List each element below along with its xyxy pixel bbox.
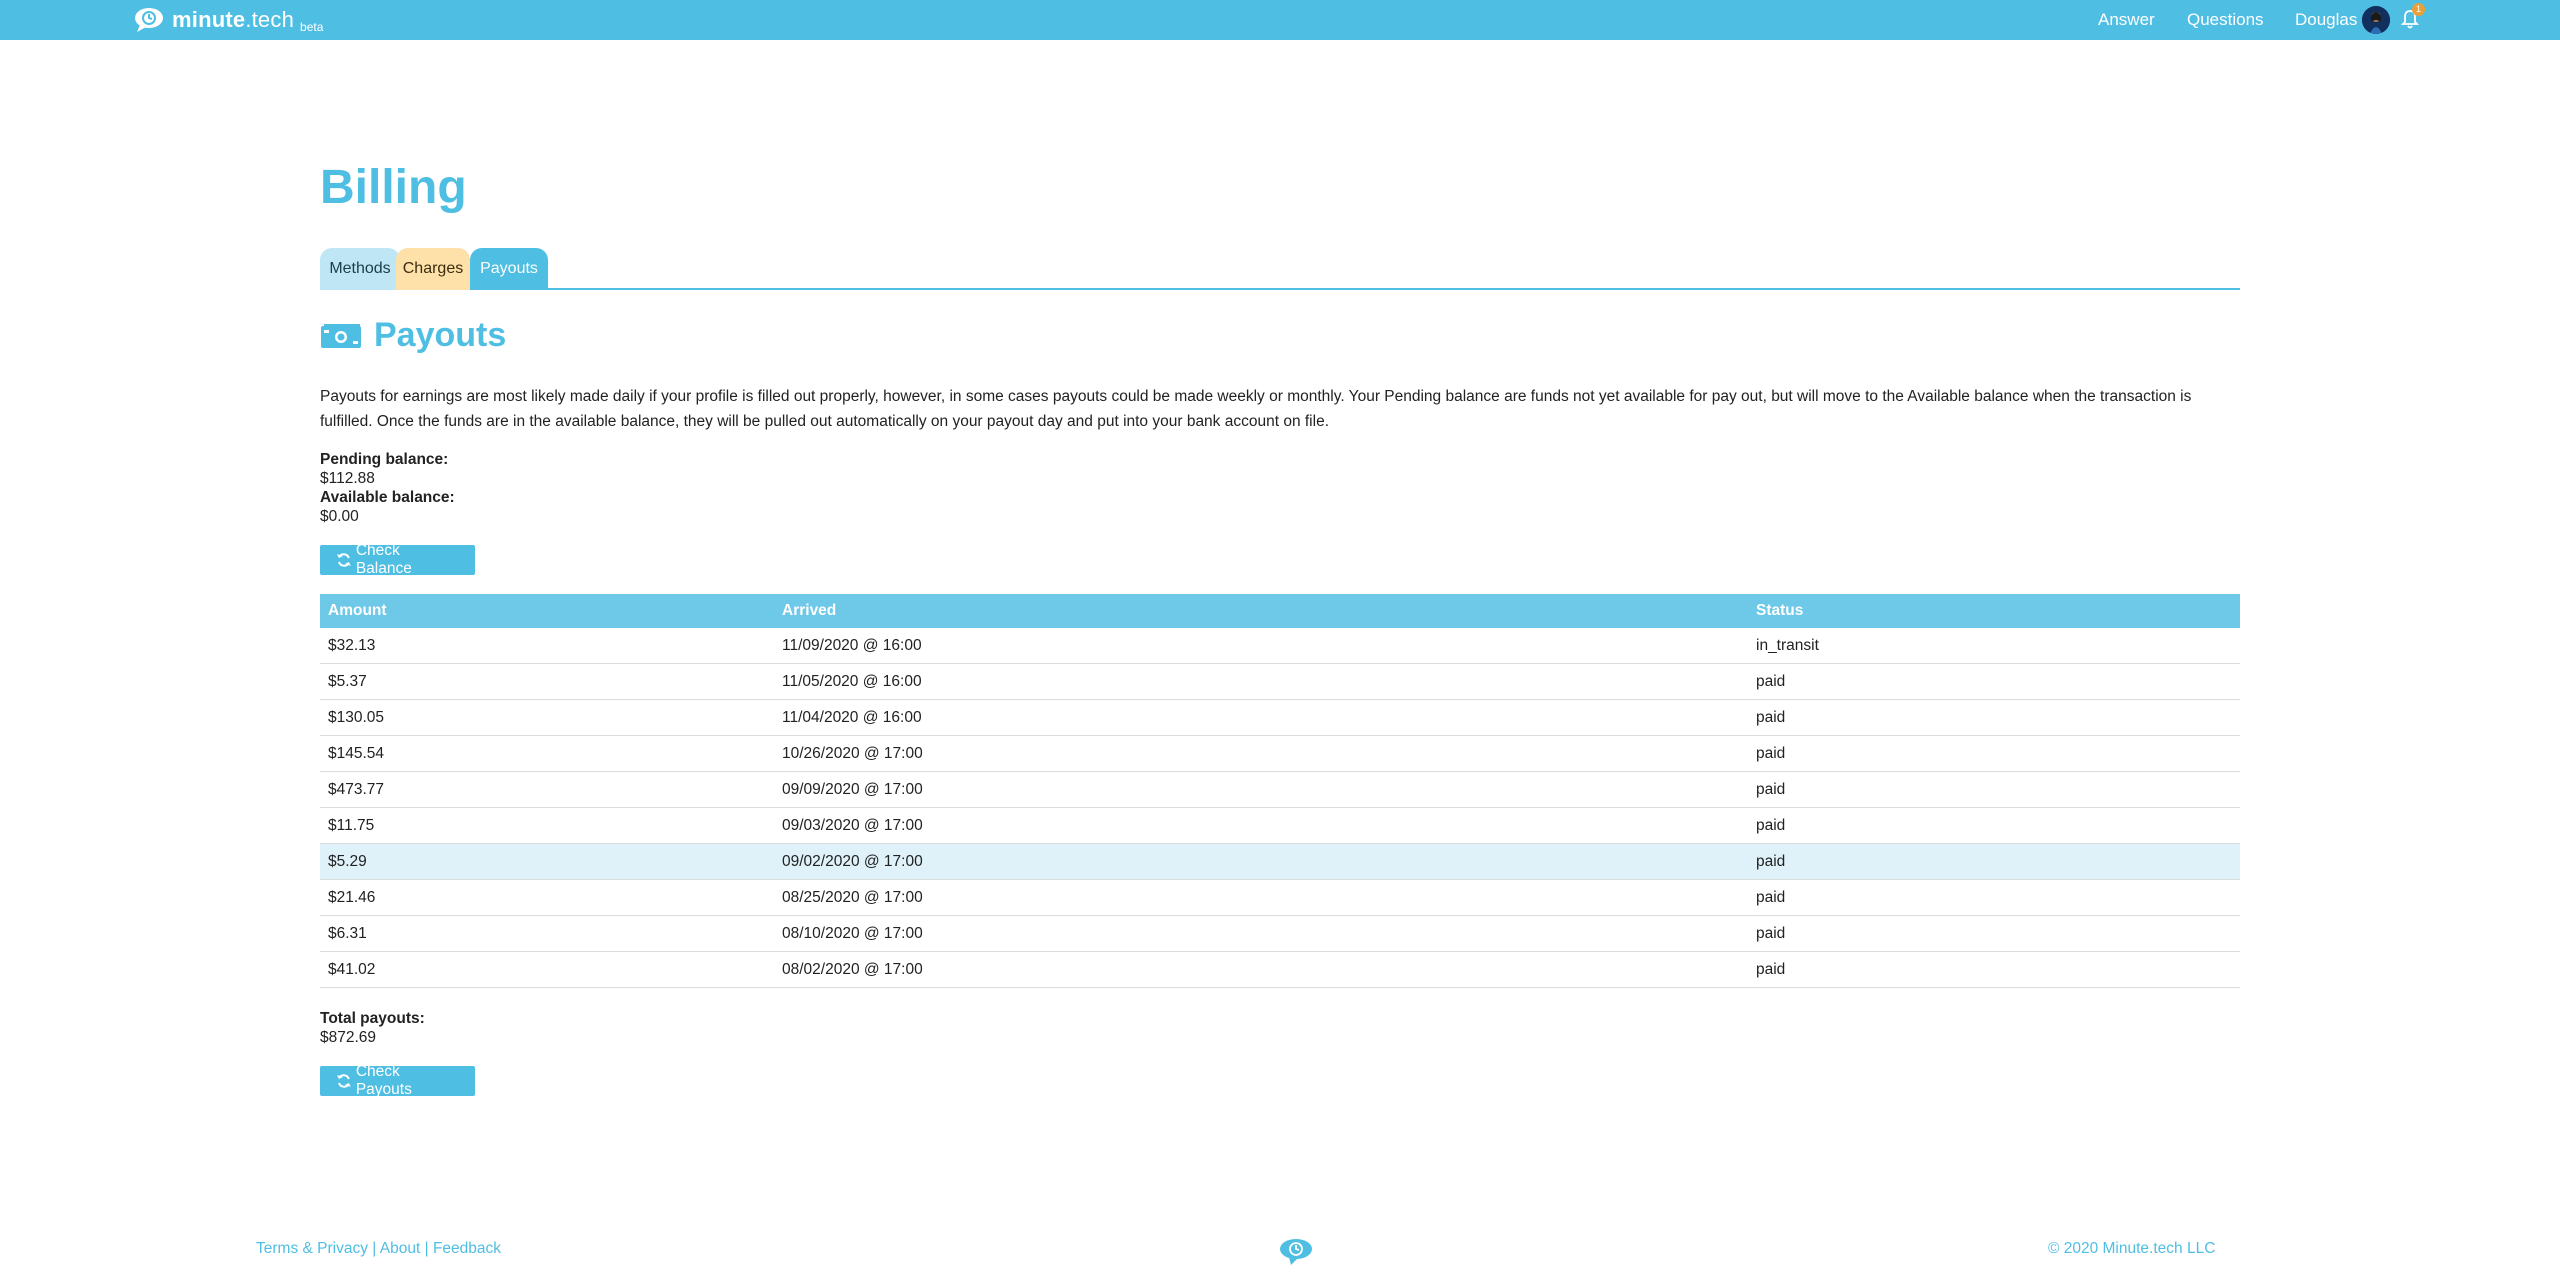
footer-terms-link[interactable]: Terms & Privacy	[256, 1240, 368, 1257]
footer-separator: |	[424, 1240, 429, 1257]
table-row[interactable]: $130.05 11/04/2020 @ 16:00 paid	[320, 700, 2240, 736]
footer-copyright: © 2020 Minute.tech LLC	[2048, 1240, 2216, 1257]
header-amount[interactable]: Amount	[328, 594, 387, 628]
footer-separator: |	[372, 1240, 377, 1257]
cell-amount: $5.29	[328, 853, 367, 870]
cell-status: paid	[1756, 961, 1786, 978]
footer-logo-icon[interactable]	[1279, 1238, 1313, 1266]
cell-status: paid	[1756, 781, 1786, 798]
cell-arrived: 09/03/2020 @ 17:00	[782, 817, 923, 834]
check-payouts-button[interactable]: Check Payouts	[320, 1063, 475, 1098]
refresh-icon	[336, 553, 351, 567]
table-row[interactable]: $145.54 10/26/2020 @ 17:00 paid	[320, 736, 2240, 772]
cell-arrived: 09/09/2020 @ 17:00	[782, 781, 923, 798]
tab-payouts[interactable]: Payouts	[470, 248, 548, 290]
table-row[interactable]: $41.02 08/02/2020 @ 17:00 paid	[320, 952, 2240, 988]
refresh-icon	[336, 1074, 351, 1088]
cell-amount: $130.05	[328, 709, 385, 726]
payouts-description: Payouts for earnings are most likely mad…	[320, 388, 2192, 430]
pending-balance-value: $112.88	[320, 470, 375, 487]
cell-status: paid	[1756, 745, 1786, 762]
cell-status: paid	[1756, 673, 1786, 690]
total-payouts-value: $872.69	[320, 1029, 377, 1046]
cell-status: paid	[1756, 889, 1786, 906]
logo-bubble-icon	[135, 8, 163, 32]
cell-arrived: 11/05/2020 @ 16:00	[782, 673, 922, 690]
payouts-section-header: Payouts	[320, 316, 506, 355]
pending-balance-label: Pending balance:	[320, 451, 449, 468]
nav-questions-link[interactable]: Questions	[2187, 10, 2264, 30]
table-row[interactable]: $473.77 09/09/2020 @ 17:00 paid	[320, 772, 2240, 808]
cell-status: paid	[1756, 817, 1786, 834]
payouts-table: Amount Arrived Status $32.13 11/09/2020 …	[320, 594, 2240, 988]
table-row[interactable]: $32.13 11/09/2020 @ 16:00 in_transit	[320, 628, 2240, 664]
cell-arrived: 08/02/2020 @ 17:00	[782, 961, 923, 978]
cell-arrived: 10/26/2020 @ 17:00	[782, 745, 923, 762]
table-row-hovered[interactable]: $5.29 09/02/2020 @ 17:00 paid	[320, 844, 2240, 880]
cell-amount: $5.37	[328, 673, 367, 690]
user-avatar[interactable]	[2362, 6, 2390, 34]
tab-charges[interactable]: Charges	[396, 248, 470, 290]
table-row[interactable]: $21.46 08/25/2020 @ 17:00 paid	[320, 880, 2240, 916]
cell-arrived: 08/25/2020 @ 17:00	[782, 889, 923, 906]
total-payouts-label: Total payouts:	[320, 1010, 425, 1027]
cell-status: paid	[1756, 709, 1786, 726]
cell-amount: $21.46	[328, 889, 376, 906]
available-balance-value: $0.00	[320, 508, 359, 525]
table-header: Amount Arrived Status	[320, 594, 2240, 628]
cell-arrived: 11/09/2020 @ 16:00	[782, 637, 922, 654]
table-row[interactable]: $11.75 09/03/2020 @ 17:00 paid	[320, 808, 2240, 844]
nav-user-link[interactable]: Douglas	[2295, 10, 2357, 30]
cell-amount: $11.75	[328, 817, 375, 834]
footer-about-link[interactable]: About	[380, 1240, 421, 1257]
payouts-section-title: Payouts	[374, 316, 507, 354]
available-balance-label: Available balance:	[320, 489, 455, 506]
table-row[interactable]: $5.37 11/05/2020 @ 16:00 paid	[320, 664, 2240, 700]
cell-status: in_transit	[1756, 637, 1819, 654]
footer: Terms & Privacy | About | Feedback © 202…	[0, 1238, 2560, 1265]
billing-tabs: Methods Charges Payouts	[320, 248, 2240, 290]
footer-feedback-link[interactable]: Feedback	[433, 1240, 501, 1257]
logo-beta-badge: beta	[300, 20, 324, 34]
check-balance-button[interactable]: Check Balance	[320, 542, 475, 577]
tab-methods[interactable]: Methods	[320, 248, 400, 290]
logo-text: minute.tech	[172, 7, 295, 32]
top-navbar: minute.tech beta Answer Questions Dougla…	[0, 0, 2560, 40]
site-logo[interactable]: minute.tech beta	[134, 5, 323, 35]
page-title: Billing	[320, 161, 467, 214]
footer-links: Terms & Privacy | About | Feedback	[256, 1240, 501, 1258]
cell-arrived: 08/10/2020 @ 17:00	[782, 925, 923, 942]
header-arrived[interactable]: Arrived	[782, 594, 836, 628]
check-balance-label: Check Balance	[355, 542, 412, 577]
cell-arrived: 11/04/2020 @ 16:00	[782, 709, 922, 726]
check-payouts-label: Check Payouts	[355, 1063, 412, 1098]
cell-amount: $41.02	[328, 961, 376, 978]
avatar-image	[2362, 6, 2390, 34]
table-row[interactable]: $6.31 08/10/2020 @ 17:00 paid	[320, 916, 2240, 952]
cell-amount: $6.31	[328, 925, 367, 942]
cell-amount: $32.13	[328, 637, 376, 654]
cell-amount: $473.77	[328, 781, 385, 798]
header-status[interactable]: Status	[1756, 594, 1803, 628]
nav-answer-link[interactable]: Answer	[2098, 10, 2155, 30]
cell-status: paid	[1756, 853, 1786, 870]
notification-badge: 1	[2412, 3, 2425, 16]
money-icon	[321, 323, 361, 348]
cell-amount: $145.54	[328, 745, 385, 762]
cell-arrived: 09/02/2020 @ 17:00	[782, 853, 923, 870]
cell-status: paid	[1756, 925, 1786, 942]
